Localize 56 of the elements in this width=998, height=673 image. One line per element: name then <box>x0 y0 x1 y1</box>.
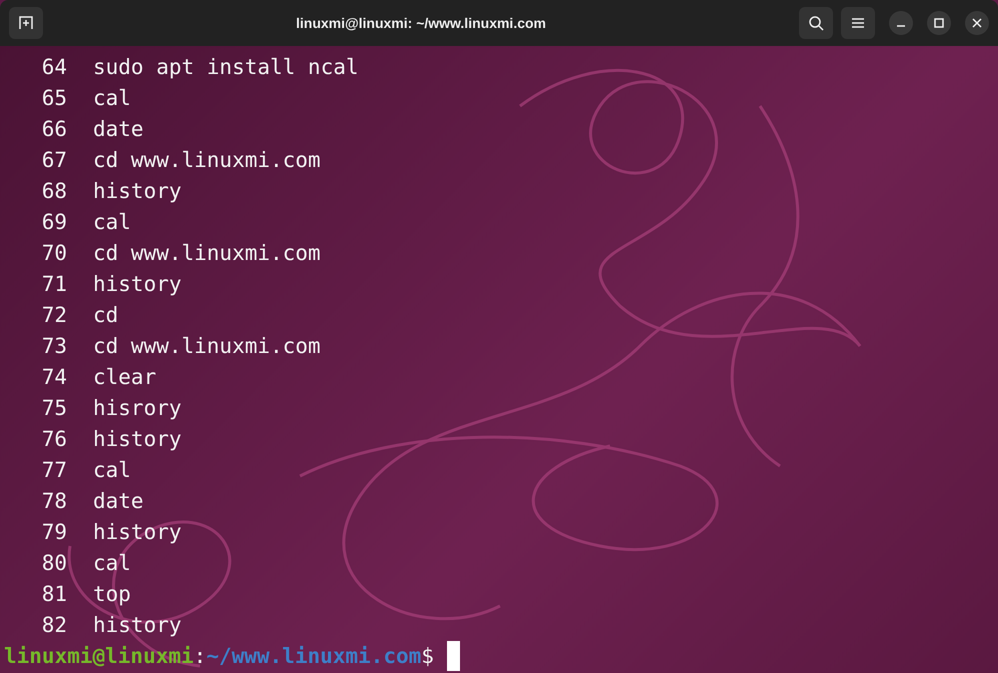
minimize-icon <box>896 25 906 27</box>
history-number: 72 <box>40 302 68 329</box>
history-number: 76 <box>40 426 68 453</box>
history-command: sudo apt install ncal <box>93 54 359 81</box>
history-command: cd www.linuxmi.com <box>93 333 321 360</box>
history-number: 70 <box>40 240 68 267</box>
history-number: 75 <box>40 395 68 422</box>
history-command: cal <box>93 85 131 112</box>
new-tab-button[interactable] <box>9 7 43 39</box>
history-number: 80 <box>40 550 68 577</box>
history-number: 78 <box>40 488 68 515</box>
history-number: 69 <box>40 209 68 236</box>
history-number: 77 <box>40 457 68 484</box>
menu-icon <box>851 17 865 29</box>
minimize-button[interactable] <box>889 11 913 35</box>
search-button[interactable] <box>799 7 833 39</box>
history-command: cal <box>93 457 131 484</box>
window-title: linuxmi@linuxmi: ~/www.linuxmi.com <box>294 15 547 31</box>
history-command: clear <box>93 364 156 391</box>
history-number: 74 <box>40 364 68 391</box>
history-number: 66 <box>40 116 68 143</box>
history-number: 73 <box>40 333 68 360</box>
history-command: cal <box>93 550 131 577</box>
close-icon <box>972 18 982 28</box>
search-icon <box>808 15 824 31</box>
new-tab-icon <box>18 15 34 31</box>
history-command: history <box>93 612 182 639</box>
history-command: cd www.linuxmi.com <box>93 147 321 174</box>
menu-button[interactable] <box>841 7 875 39</box>
history-command: history <box>93 271 182 298</box>
maximize-button[interactable] <box>927 11 951 35</box>
prompt-path: ~/www.linuxmi.com <box>206 643 422 670</box>
history-command: date <box>93 116 144 143</box>
history-number: 65 <box>40 85 68 112</box>
text-cursor <box>446 641 460 671</box>
prompt-symbol: $ <box>421 643 434 670</box>
history-command: history <box>93 519 182 546</box>
history-command: cal <box>93 209 131 236</box>
history-number: 79 <box>40 519 68 546</box>
history-command: hisrory <box>93 395 182 422</box>
history-command: top <box>93 581 131 608</box>
history-command: history <box>93 426 182 453</box>
prompt-user-host: linuxmi@linuxmi <box>4 643 194 670</box>
history-number: 67 <box>40 147 68 174</box>
history-command: history <box>93 178 182 205</box>
history-number: 68 <box>40 178 68 205</box>
history-command: cd <box>93 302 118 329</box>
history-number: 64 <box>40 54 68 81</box>
close-button[interactable] <box>965 11 989 35</box>
history-command: cd www.linuxmi.com <box>93 240 321 267</box>
prompt-separator: : <box>194 643 206 670</box>
history-command: date <box>93 488 144 515</box>
history-number: 71 <box>40 271 68 298</box>
maximize-icon <box>934 18 944 28</box>
history-number: 81 <box>40 581 68 608</box>
history-number: 82 <box>40 612 68 639</box>
